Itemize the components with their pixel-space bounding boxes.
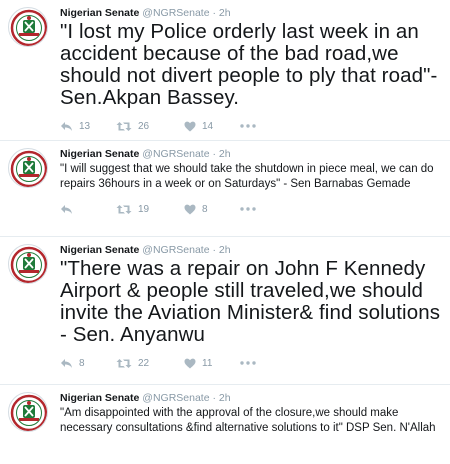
more-icon <box>240 124 256 128</box>
timestamp[interactable]: 2h <box>219 392 231 404</box>
reply-count: 13 <box>79 120 91 132</box>
tweet-actions: 19 8 <box>60 196 442 222</box>
retweet-button[interactable]: 19 <box>116 204 184 215</box>
timestamp[interactable]: 2h <box>219 7 231 19</box>
tweet-actions: 8 22 11 <box>60 350 442 376</box>
timestamp[interactable]: 2h <box>219 244 231 256</box>
tweet[interactable]: Nigerian Senate @NGRSenate · 2h "There w… <box>0 237 450 385</box>
senate-seal-avatar[interactable] <box>8 244 48 284</box>
reply-icon <box>61 121 72 131</box>
more-button[interactable] <box>240 207 260 211</box>
retweet-button[interactable]: 26 <box>116 121 184 132</box>
separator: · <box>212 7 217 19</box>
like-icon <box>184 358 196 368</box>
timeline: Nigerian Senate @NGRSenate · 2h "I lost … <box>0 0 450 464</box>
separator: · <box>212 244 217 256</box>
like-count: 8 <box>202 203 208 215</box>
retweet-icon <box>116 204 132 214</box>
senate-seal-avatar[interactable] <box>8 7 48 47</box>
tweet-text: "I lost my Police orderly last week in a… <box>60 20 438 109</box>
reply-icon <box>61 204 72 214</box>
account-name[interactable]: Nigerian Senate <box>60 7 139 19</box>
separator: · <box>212 392 217 404</box>
reply-button[interactable] <box>60 204 116 215</box>
tweet-header: Nigerian Senate @NGRSenate · 2h <box>60 392 442 405</box>
tweet-header: Nigerian Senate @NGRSenate · 2h <box>60 7 442 20</box>
retweet-count: 19 <box>138 203 150 215</box>
like-button[interactable]: 11 <box>184 358 240 369</box>
more-icon <box>240 361 256 365</box>
tweet-header: Nigerian Senate @NGRSenate · 2h <box>60 244 442 257</box>
tweet-text: "There was a repair on John F Kennedy Ai… <box>60 257 441 346</box>
retweet-icon <box>116 121 132 131</box>
more-icon <box>240 207 256 211</box>
tweet[interactable]: Nigerian Senate @NGRSenate · 2h "Am disa… <box>0 385 450 464</box>
account-handle[interactable]: @NGRSenate <box>142 7 209 19</box>
account-handle[interactable]: @NGRSenate <box>142 392 209 404</box>
like-button[interactable]: 14 <box>184 121 240 132</box>
account-name[interactable]: Nigerian Senate <box>60 148 139 160</box>
account-handle[interactable]: @NGRSenate <box>142 244 209 256</box>
more-button[interactable] <box>240 124 260 128</box>
account-handle[interactable]: @NGRSenate <box>142 148 209 160</box>
like-button[interactable]: 8 <box>184 204 240 215</box>
reply-button[interactable]: 8 <box>60 358 116 369</box>
tweet-actions: 13 26 14 <box>60 113 442 139</box>
reply-icon <box>61 358 72 368</box>
timestamp[interactable]: 2h <box>219 148 231 160</box>
like-count: 11 <box>202 357 213 369</box>
tweet[interactable]: Nigerian Senate @NGRSenate · 2h "I will … <box>0 141 450 237</box>
like-icon <box>184 121 196 131</box>
tweet-header: Nigerian Senate @NGRSenate · 2h <box>60 148 442 161</box>
tweet-text: "I will suggest that we should take the … <box>60 163 434 190</box>
like-icon <box>184 204 196 214</box>
retweet-icon <box>116 358 132 368</box>
reply-button[interactable]: 13 <box>60 121 116 132</box>
account-name[interactable]: Nigerian Senate <box>60 244 139 256</box>
retweet-count: 22 <box>138 357 150 369</box>
senate-seal-avatar[interactable] <box>8 392 48 432</box>
account-name[interactable]: Nigerian Senate <box>60 392 139 404</box>
tweet-text: "Am disappointed with the approval of th… <box>60 407 436 434</box>
senate-seal-avatar[interactable] <box>8 148 48 188</box>
retweet-count: 26 <box>138 120 150 132</box>
retweet-button[interactable]: 22 <box>116 358 184 369</box>
more-button[interactable] <box>240 361 260 365</box>
like-count: 14 <box>202 120 214 132</box>
separator: · <box>212 148 217 160</box>
tweet[interactable]: Nigerian Senate @NGRSenate · 2h "I lost … <box>0 0 450 141</box>
reply-count: 8 <box>79 357 85 369</box>
